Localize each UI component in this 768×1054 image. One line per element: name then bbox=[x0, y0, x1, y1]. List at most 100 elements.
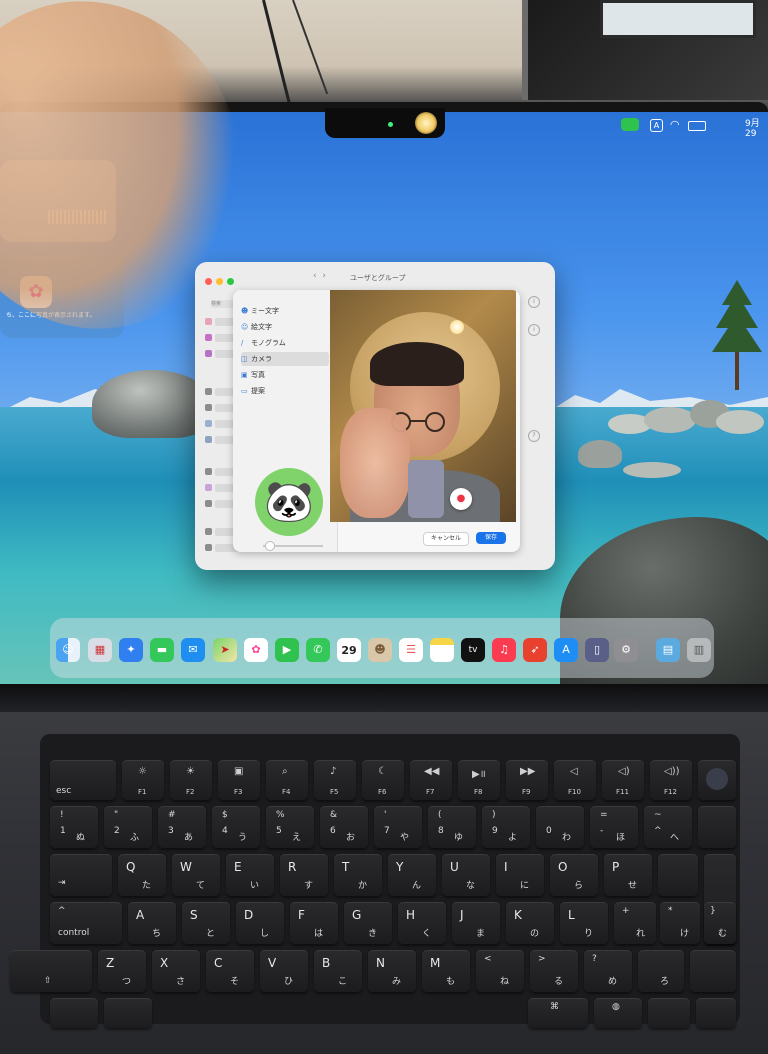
zoom-slider-knob[interactable] bbox=[265, 541, 275, 551]
letter-key-u[interactable]: Uな bbox=[442, 854, 490, 896]
letter-key-z[interactable]: Zつ bbox=[98, 950, 146, 992]
f6-key[interactable]: ☾ F6 bbox=[362, 760, 404, 800]
zoom-button[interactable] bbox=[227, 278, 234, 285]
info-icon[interactable]: i bbox=[528, 296, 540, 308]
save-button[interactable]: 保存 bbox=[476, 532, 506, 544]
cancel-button[interactable]: キャンセル bbox=[423, 532, 469, 546]
control-key[interactable]: ^ control bbox=[50, 902, 122, 944]
number-key-6[interactable]: & 6 お bbox=[320, 806, 368, 848]
semicolon-key[interactable]: + れ bbox=[614, 902, 656, 944]
back-forward-nav[interactable]: ‹ › bbox=[313, 271, 326, 281]
letter-key-p[interactable]: Pせ bbox=[604, 854, 652, 896]
mail-icon[interactable]: ✉ bbox=[181, 638, 205, 662]
letter-key-a[interactable]: Aち bbox=[128, 902, 176, 944]
f9-key[interactable]: ▶▶ F9 bbox=[506, 760, 548, 800]
touch-id-key[interactable] bbox=[698, 760, 736, 800]
settings-icon[interactable]: ⚙ bbox=[614, 638, 638, 662]
minimize-button[interactable] bbox=[216, 278, 223, 285]
info-icon[interactable]: ? bbox=[528, 430, 540, 442]
letter-key-e[interactable]: Eい bbox=[226, 854, 274, 896]
f11-key[interactable]: ◁) F11 bbox=[602, 760, 644, 800]
letter-key-b[interactable]: Bこ bbox=[314, 950, 362, 992]
right-shift-key[interactable] bbox=[690, 950, 736, 992]
input-source-icon[interactable]: A bbox=[650, 119, 663, 132]
launchpad-icon[interactable]: ▦ bbox=[88, 638, 112, 662]
safari-icon[interactable]: ✦ bbox=[119, 638, 143, 662]
tab-key[interactable]: ⇥ bbox=[50, 854, 112, 896]
downloads-folder-icon[interactable]: ▤ bbox=[656, 638, 680, 662]
list-item-emoji[interactable]: ☺ 絵文字 bbox=[241, 320, 329, 334]
underscore-key[interactable]: ろ bbox=[638, 950, 684, 992]
maps-icon[interactable]: ➤ bbox=[213, 638, 237, 662]
minus-key[interactable]: = - ほ bbox=[590, 806, 638, 848]
caret-key[interactable]: ~ ^ へ bbox=[644, 806, 692, 848]
battery-icon[interactable] bbox=[688, 121, 706, 131]
letter-key-n[interactable]: Nみ bbox=[368, 950, 416, 992]
notes-icon[interactable] bbox=[430, 638, 454, 662]
wifi-icon[interactable]: ◠ bbox=[670, 118, 680, 131]
number-key-8[interactable]: (8 ゆ bbox=[428, 806, 476, 848]
letter-key-k[interactable]: Kの bbox=[506, 902, 554, 944]
f8-key[interactable]: ▶॥ F8 bbox=[458, 760, 500, 800]
camera-in-use-icon[interactable] bbox=[621, 118, 639, 131]
letter-key-o[interactable]: Oら bbox=[550, 854, 598, 896]
f5-key[interactable]: ♪ F5 bbox=[314, 760, 356, 800]
list-item-photos[interactable]: ▣ 写真 bbox=[241, 368, 329, 382]
close-button[interactable] bbox=[205, 278, 212, 285]
letter-key-q[interactable]: Qた bbox=[118, 854, 166, 896]
f4-key[interactable]: ⌕ F4 bbox=[266, 760, 308, 800]
yen-key[interactable] bbox=[698, 806, 736, 848]
list-item-suggestions[interactable]: ▭ 提案 bbox=[241, 384, 329, 398]
number-key-1[interactable]: ! 1 ぬ bbox=[50, 806, 98, 848]
f12-key[interactable]: ◁)) F12 bbox=[650, 760, 692, 800]
list-item-camera[interactable]: ◫ カメラ bbox=[241, 352, 329, 366]
number-key-3[interactable]: #3 あ bbox=[158, 806, 206, 848]
letter-key-h[interactable]: Hく bbox=[398, 902, 446, 944]
info-icon[interactable]: i bbox=[528, 324, 540, 336]
music-icon[interactable]: ♫ bbox=[492, 638, 516, 662]
number-key-0[interactable]: 0わ bbox=[536, 806, 584, 848]
number-key-5[interactable]: % 5 え bbox=[266, 806, 314, 848]
colon-key[interactable]: * け bbox=[660, 902, 700, 944]
letter-key-w[interactable]: Wて bbox=[172, 854, 220, 896]
list-item-monogram[interactable]: ∕ モノグラム bbox=[241, 336, 329, 350]
f1-key[interactable]: ☼ F1 bbox=[122, 760, 164, 800]
letter-key-s[interactable]: Sと bbox=[182, 902, 230, 944]
number-key-4[interactable]: $4 う bbox=[212, 806, 260, 848]
f10-key[interactable]: ◁ F10 bbox=[554, 760, 596, 800]
bracket-key[interactable]: } む bbox=[704, 902, 736, 944]
letter-key-c[interactable]: Cそ bbox=[206, 950, 254, 992]
letter-key-v[interactable]: Vひ bbox=[260, 950, 308, 992]
iphone-mirroring-icon[interactable]: ▯ bbox=[585, 638, 609, 662]
number-key-7[interactable]: ' 7 や bbox=[374, 806, 422, 848]
f2-key[interactable]: ☀ F2 bbox=[170, 760, 212, 800]
at-key[interactable] bbox=[658, 854, 698, 896]
phone-icon[interactable]: ✆ bbox=[306, 638, 330, 662]
letter-key-y[interactable]: Yん bbox=[388, 854, 436, 896]
letter-key-d[interactable]: Dし bbox=[236, 902, 284, 944]
calendar-icon[interactable]: 29 bbox=[337, 638, 361, 662]
comma-key[interactable]: < ね bbox=[476, 950, 524, 992]
period-key[interactable]: > る bbox=[530, 950, 578, 992]
letter-key-x[interactable]: Xさ bbox=[152, 950, 200, 992]
menubar-clock[interactable]: 9月29 bbox=[745, 116, 768, 139]
trash-icon[interactable]: ▥ bbox=[687, 638, 711, 662]
tv-icon[interactable]: tv bbox=[461, 638, 485, 662]
number-key-2[interactable]: " 2 ふ bbox=[104, 806, 152, 848]
facetime-icon[interactable]: ▶ bbox=[275, 638, 299, 662]
letter-key-j[interactable]: Jま bbox=[452, 902, 500, 944]
letter-key-r[interactable]: Rす bbox=[280, 854, 328, 896]
letter-key-m[interactable]: Mも bbox=[422, 950, 470, 992]
reminders-icon[interactable]: ☰ bbox=[399, 638, 423, 662]
number-key-9[interactable]: ) 9 よ bbox=[482, 806, 530, 848]
contacts-icon[interactable]: ☻ bbox=[368, 638, 392, 662]
app-store-icon[interactable]: A bbox=[554, 638, 578, 662]
messages-icon[interactable]: ▬ bbox=[150, 638, 174, 662]
shutter-button[interactable]: ● bbox=[450, 488, 472, 510]
f3-key[interactable]: ▣ F3 bbox=[218, 760, 260, 800]
letter-key-f[interactable]: Fは bbox=[290, 902, 338, 944]
letter-key-i[interactable]: Iに bbox=[496, 854, 544, 896]
f7-key[interactable]: ◀◀ F7 bbox=[410, 760, 452, 800]
finder-icon[interactable]: ☺ bbox=[56, 638, 80, 662]
shift-key[interactable]: ⇧ bbox=[10, 950, 92, 992]
